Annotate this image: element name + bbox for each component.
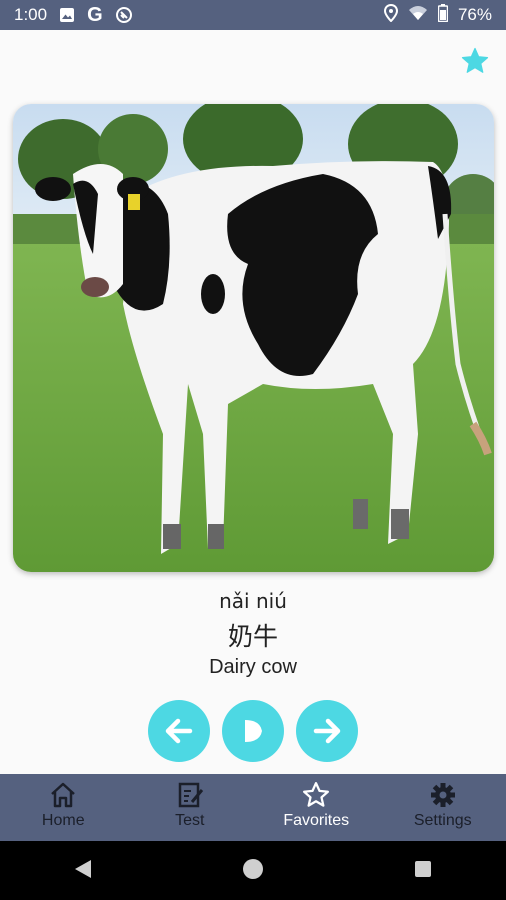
playback-controls [0,700,506,762]
dairy-cow-image [13,104,494,572]
play-icon [245,720,262,742]
flashcard-image [13,104,494,572]
nav-settings[interactable]: Settings [380,774,506,841]
nav-favorites[interactable]: Favorites [253,774,380,841]
hanzi-text: 奶牛 [227,622,278,651]
status-bar: 1:00 G 76% [0,0,506,30]
arrow-right-icon [313,718,341,744]
location-icon [383,3,398,27]
sync-icon [115,6,133,24]
battery-percent: 76% [457,5,492,24]
nav-home[interactable]: Home [0,774,127,841]
pinyin-text: nǎi niú [219,589,287,613]
recents-icon[interactable] [413,859,433,883]
wifi-icon [408,5,428,26]
back-icon[interactable] [73,858,93,884]
image-icon [59,7,75,23]
nav-test[interactable]: Test [127,774,254,841]
home-icon [51,782,76,808]
next-button[interactable] [296,700,358,762]
english-text: Dairy cow [209,656,297,678]
system-nav-bar [0,841,506,900]
google-g-icon: G [87,3,103,26]
home-circle-icon[interactable] [240,856,266,886]
star-icon [461,47,489,73]
previous-button[interactable] [148,700,210,762]
arrow-left-icon [165,718,193,744]
star-outline-icon [303,782,330,807]
nav-favorites-label: Favorites [283,812,350,829]
bottom-nav: Home Test Favorites Settings [0,774,506,841]
nav-settings-label: Settings [413,812,472,829]
status-time: 1:00 [14,5,48,24]
play-audio-button[interactable] [222,700,284,762]
test-clipboard-icon [178,782,203,808]
gear-icon [430,783,455,807]
nav-home-label: Home [41,812,85,829]
battery-icon [437,3,449,27]
nav-test-label: Test [175,812,205,829]
favorite-star-button[interactable] [460,46,490,76]
